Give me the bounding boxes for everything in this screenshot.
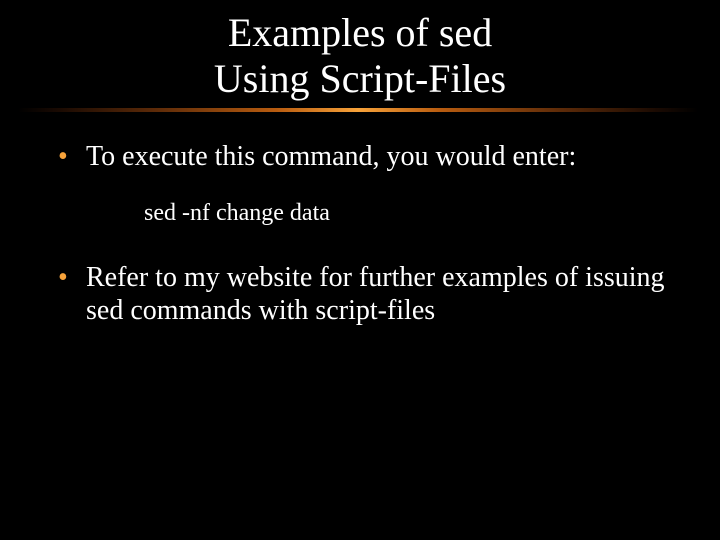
bullet-list: To execute this command, you would enter… <box>52 140 672 174</box>
bullet-item-2: Refer to my website for further examples… <box>52 261 672 328</box>
bullet-list-2: Refer to my website for further examples… <box>52 261 672 328</box>
slide-body: To execute this command, you would enter… <box>0 112 720 328</box>
bullet-item-1: To execute this command, you would enter… <box>52 140 672 174</box>
slide-title: Examples of sed Using Script-Files <box>0 0 720 102</box>
slide: Examples of sed Using Script-Files To ex… <box>0 0 720 540</box>
example-command: sed -nf change data <box>144 200 672 227</box>
title-line-1: Examples of sed <box>0 10 720 56</box>
title-line-2: Using Script-Files <box>0 56 720 102</box>
